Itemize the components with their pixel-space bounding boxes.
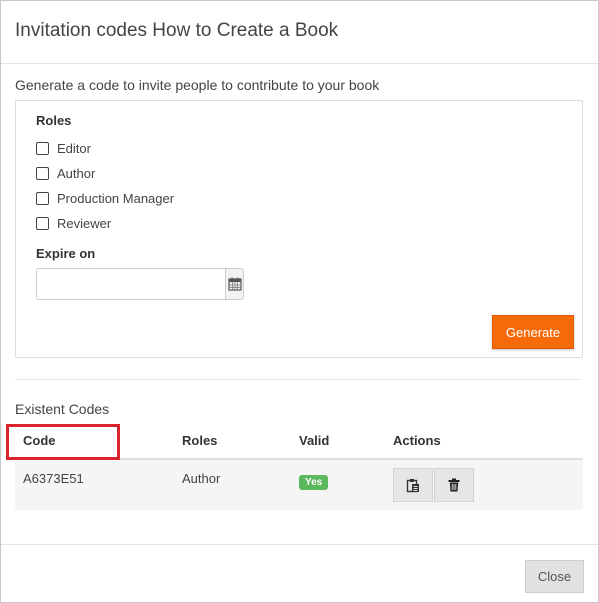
existent-codes-label: Existent Codes	[15, 401, 110, 417]
code-cell: A6373E51	[23, 471, 84, 486]
role-author-label: Author	[57, 165, 96, 181]
close-button[interactable]: Close	[525, 560, 584, 593]
invitation-codes-dialog: Invitation codes How to Create a Book Ge…	[0, 0, 599, 603]
expire-date-input[interactable]	[37, 269, 225, 299]
roles-cell: Author	[182, 471, 221, 486]
generate-button[interactable]: Generate	[492, 315, 574, 349]
role-production-manager[interactable]: Production Manager	[36, 188, 174, 208]
trash-icon	[448, 478, 460, 492]
calendar-button[interactable]	[225, 269, 243, 299]
role-editor-label: Editor	[57, 140, 91, 156]
copy-code-button[interactable]	[393, 468, 433, 502]
calendar-icon	[227, 277, 242, 291]
footer-divider	[1, 544, 598, 545]
table-row: A6373E51 Author Yes	[15, 460, 583, 510]
code-header-highlight-box	[6, 424, 120, 460]
role-reviewer[interactable]: Reviewer	[36, 213, 111, 233]
role-reviewer-checkbox[interactable]	[36, 216, 49, 230]
role-editor[interactable]: Editor	[36, 138, 91, 158]
column-header-roles: Roles	[182, 433, 218, 448]
intro-text: Generate a code to invite people to cont…	[15, 77, 380, 93]
role-reviewer-label: Reviewer	[57, 215, 112, 231]
expire-on-label: Expire on	[36, 246, 96, 261]
generate-code-panel: Roles Editor Author Production Manager R…	[15, 100, 583, 358]
valid-badge: Yes	[299, 475, 329, 490]
role-production-manager-label: Production Manager	[57, 190, 175, 206]
clipboard-icon	[406, 478, 419, 492]
section-divider	[15, 379, 581, 380]
column-header-actions: Actions	[393, 433, 441, 448]
delete-code-button[interactable]	[434, 468, 474, 502]
dialog-header: Invitation codes How to Create a Book	[1, 1, 598, 64]
dialog-title: Invitation codes How to Create a Book	[15, 20, 339, 41]
role-author[interactable]: Author	[36, 163, 95, 183]
role-production-manager-checkbox[interactable]	[36, 191, 49, 205]
expire-date-group	[36, 268, 244, 300]
column-header-valid: Valid	[299, 433, 330, 448]
role-editor-checkbox[interactable]	[36, 141, 49, 155]
roles-label: Roles	[36, 113, 72, 128]
role-author-checkbox[interactable]	[36, 166, 49, 180]
